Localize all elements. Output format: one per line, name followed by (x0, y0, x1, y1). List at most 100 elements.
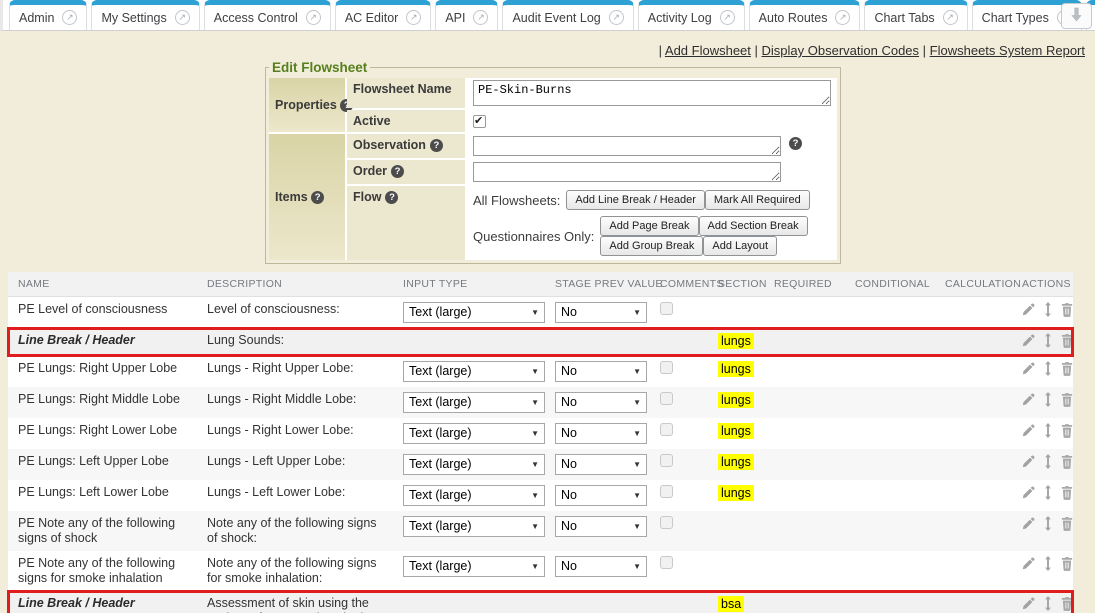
tab-my-settings[interactable]: My Settings↗ (91, 0, 199, 30)
admin-tab-bar: Admin↗My Settings↗Access Control↗AC Edit… (0, 0, 1095, 31)
move-row-icon[interactable] (1043, 556, 1053, 571)
comments-checkbox[interactable] (660, 485, 673, 498)
conditional-cell (845, 551, 935, 591)
add-layout-button[interactable]: Add Layout (703, 236, 777, 256)
comments-checkbox[interactable] (660, 556, 673, 569)
move-row-icon[interactable] (1043, 423, 1053, 438)
add-line-break-header-button[interactable]: Add Line Break / Header (566, 190, 704, 210)
edit-pencil-icon[interactable] (1022, 424, 1035, 437)
edit-pencil-icon[interactable] (1022, 517, 1035, 530)
tab-api[interactable]: API↗ (435, 0, 498, 30)
delete-trash-icon[interactable] (1061, 362, 1073, 376)
comments-checkbox[interactable] (660, 423, 673, 436)
link-add-flowsheet[interactable]: Add Flowsheet (665, 43, 751, 58)
calculation-cell (935, 387, 1012, 418)
flowsheet-item-row: PE Note any of the following signs for s… (8, 551, 1073, 591)
external-link-icon[interactable]: ↗ (943, 10, 958, 25)
input-type-cell: Text (large)▼ (393, 418, 545, 449)
delete-trash-icon[interactable] (1061, 486, 1073, 500)
edit-pencil-icon[interactable] (1022, 486, 1035, 499)
input-type-select[interactable]: Text (large)▼ (403, 485, 545, 506)
add-section-break-button[interactable]: Add Section Break (699, 216, 808, 236)
stage-prev-value-select[interactable]: No▼ (555, 361, 647, 382)
mark-all-required-button[interactable]: Mark All Required (705, 190, 810, 210)
input-type-select[interactable]: Text (large)▼ (403, 361, 545, 382)
tab-ac-editor[interactable]: AC Editor↗ (335, 0, 432, 30)
edit-pencil-icon[interactable] (1022, 303, 1035, 316)
comments-checkbox[interactable] (660, 361, 673, 374)
stage-prev-value-select[interactable]: No▼ (555, 454, 647, 475)
delete-trash-icon[interactable] (1061, 303, 1073, 317)
external-link-icon[interactable]: ↗ (609, 10, 624, 25)
move-row-icon[interactable] (1043, 596, 1053, 611)
comments-checkbox[interactable] (660, 392, 673, 405)
move-row-icon[interactable] (1043, 361, 1053, 376)
add-page-break-button[interactable]: Add Page Break (600, 216, 698, 236)
help-icon[interactable]: ? (789, 137, 802, 150)
move-row-icon[interactable] (1043, 333, 1053, 348)
stage-prev-value-cell: No▼ (545, 449, 650, 480)
flowsheet-name-label: Flowsheet Name (347, 78, 465, 108)
tab-admin[interactable]: Admin↗ (9, 0, 87, 30)
move-row-icon[interactable] (1043, 516, 1053, 531)
edit-pencil-icon[interactable] (1022, 334, 1035, 347)
input-type-select[interactable]: Text (large)▼ (403, 516, 545, 537)
link-display-observation-codes[interactable]: Display Observation Codes (762, 43, 920, 58)
delete-trash-icon[interactable] (1061, 455, 1073, 469)
move-row-icon[interactable] (1043, 392, 1053, 407)
input-type-select[interactable]: Text (large)▼ (403, 302, 545, 323)
tab-activity-log[interactable]: Activity Log↗ (638, 0, 745, 30)
tab-audit-event-log[interactable]: Audit Event Log↗ (502, 0, 633, 30)
external-link-icon[interactable]: ↗ (835, 10, 850, 25)
add-group-break-button[interactable]: Add Group Break (600, 236, 703, 256)
edit-pencil-icon[interactable] (1022, 362, 1035, 375)
input-type-select[interactable]: Text (large)▼ (403, 392, 545, 413)
external-link-icon[interactable]: ↗ (306, 10, 321, 25)
stage-prev-value-select[interactable]: No▼ (555, 392, 647, 413)
tab-scroll-down-button[interactable] (1061, 3, 1092, 29)
comments-checkbox[interactable] (660, 516, 673, 529)
help-icon[interactable]: ? (430, 139, 443, 152)
tab-chart-tabs[interactable]: Chart Tabs↗ (864, 0, 967, 30)
external-link-icon[interactable]: ↗ (473, 10, 488, 25)
input-type-select[interactable]: Text (large)▼ (403, 556, 545, 577)
edit-pencil-icon[interactable] (1022, 455, 1035, 468)
conditional-cell (845, 449, 935, 480)
move-row-icon[interactable] (1043, 302, 1053, 317)
stage-prev-value-select[interactable]: No▼ (555, 302, 647, 323)
comments-checkbox[interactable] (660, 302, 673, 315)
tab-auto-routes[interactable]: Auto Routes↗ (749, 0, 861, 30)
stage-prev-value-select[interactable]: No▼ (555, 423, 647, 444)
delete-trash-icon[interactable] (1061, 424, 1073, 438)
observation-input[interactable] (473, 136, 781, 156)
flowsheet-name-input[interactable]: PE-Skin-Burns (473, 80, 831, 106)
help-icon[interactable]: ? (385, 191, 398, 204)
input-type-select[interactable]: Text (large)▼ (403, 423, 545, 444)
input-type-select[interactable]: Text (large)▼ (403, 454, 545, 475)
move-row-icon[interactable] (1043, 485, 1053, 500)
external-link-icon[interactable]: ↗ (720, 10, 735, 25)
delete-trash-icon[interactable] (1061, 517, 1073, 531)
delete-trash-icon[interactable] (1061, 597, 1073, 611)
comments-cell (650, 387, 708, 418)
help-icon[interactable]: ? (311, 191, 324, 204)
delete-trash-icon[interactable] (1061, 393, 1073, 407)
active-checkbox[interactable] (473, 115, 486, 128)
tab-access-control[interactable]: Access Control↗ (204, 0, 331, 30)
link-flowsheets-system-report[interactable]: Flowsheets System Report (930, 43, 1085, 58)
stage-prev-value-select[interactable]: No▼ (555, 516, 647, 537)
stage-prev-value-select[interactable]: No▼ (555, 556, 647, 577)
edit-pencil-icon[interactable] (1022, 393, 1035, 406)
external-link-icon[interactable]: ↗ (406, 10, 421, 25)
external-link-icon[interactable]: ↗ (62, 10, 77, 25)
comments-checkbox[interactable] (660, 454, 673, 467)
edit-pencil-icon[interactable] (1022, 597, 1035, 610)
move-row-icon[interactable] (1043, 454, 1053, 469)
delete-trash-icon[interactable] (1061, 334, 1073, 348)
delete-trash-icon[interactable] (1061, 557, 1073, 571)
edit-pencil-icon[interactable] (1022, 557, 1035, 570)
stage-prev-value-select[interactable]: No▼ (555, 485, 647, 506)
help-icon[interactable]: ? (391, 165, 404, 178)
order-input[interactable] (473, 162, 781, 182)
external-link-icon[interactable]: ↗ (175, 10, 190, 25)
